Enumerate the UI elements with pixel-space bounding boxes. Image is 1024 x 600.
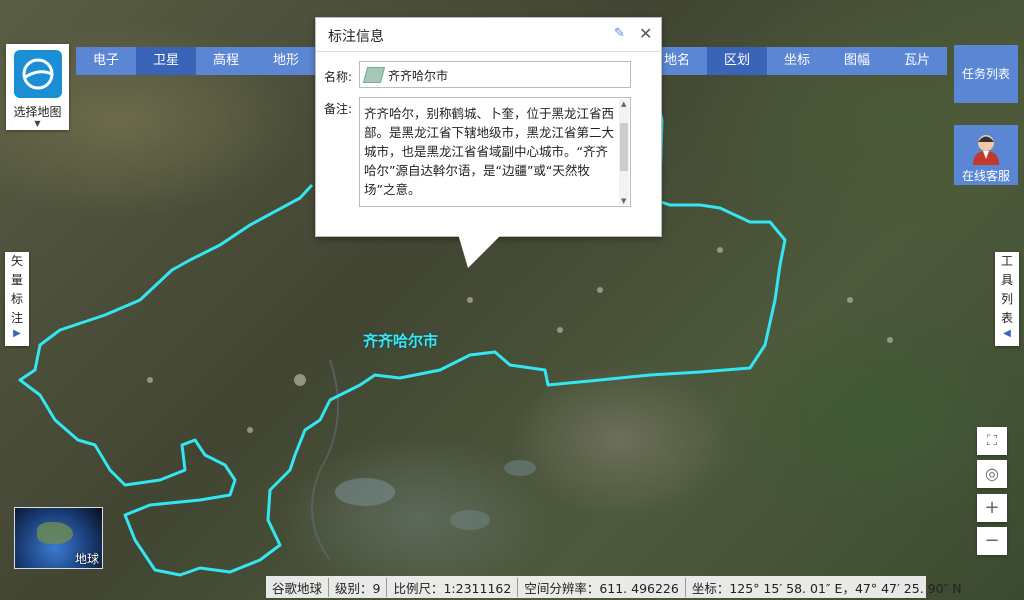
- tab-char: 工: [1000, 254, 1013, 268]
- tab-division[interactable]: 区划: [707, 47, 767, 75]
- divider: [316, 51, 661, 52]
- tool-list-tab[interactable]: 工 具 列 表 ◀: [995, 252, 1019, 346]
- tab-char: 矢: [10, 254, 23, 268]
- status-resolution: 空间分辨率：611. 496226: [518, 577, 686, 597]
- globe-thumbnail-button[interactable]: 地球: [14, 507, 103, 569]
- status-scale: 比例尺：1:2311162: [387, 577, 519, 597]
- tab-tile[interactable]: 瓦片: [887, 47, 947, 75]
- tab-char: 注: [10, 311, 23, 325]
- vector-annotation-tab[interactable]: 矢 量 标 注 ▶: [5, 252, 29, 346]
- popup-pointer: [458, 234, 502, 268]
- select-map-label: 选择地图: [13, 105, 62, 119]
- pencil-icon[interactable]: ✎: [614, 26, 625, 41]
- status-source: 谷歌地球: [266, 577, 330, 597]
- name-field[interactable]: 齐齐哈尔市: [359, 61, 631, 88]
- tab-sheet[interactable]: 图幅: [827, 47, 887, 75]
- select-map-button[interactable]: 选择地图 ▼: [6, 44, 69, 130]
- tool-tabs: 地名 区划 坐标 图幅 瓦片: [647, 47, 947, 75]
- popup-title: 标注信息: [328, 29, 384, 45]
- note-label: 备注:: [324, 102, 353, 116]
- name-label: 名称:: [324, 70, 353, 84]
- tab-char: 列: [1000, 292, 1013, 306]
- scroll-up-icon[interactable]: ▲: [621, 100, 626, 108]
- tab-terrain[interactable]: 地形: [256, 47, 316, 75]
- task-list-button[interactable]: 任务列表: [954, 45, 1018, 103]
- tab-satellite[interactable]: 卫星: [136, 47, 196, 75]
- city-name-label: 齐齐哈尔市: [363, 332, 439, 350]
- zoom-out-icon[interactable]: −: [977, 527, 1007, 555]
- expand-right-icon: ▶: [13, 328, 21, 339]
- scroll-thumb[interactable]: [620, 123, 628, 171]
- annotation-info-popup: 标注信息 ✎ ✕ 名称: 齐齐哈尔市 备注: 齐齐哈尔，别称鹤城、卜奎，位于黑龙…: [315, 17, 662, 237]
- close-icon[interactable]: ✕: [639, 24, 652, 43]
- name-value: 齐齐哈尔市: [388, 69, 449, 83]
- dropdown-arrow-icon: ▼: [34, 119, 41, 128]
- tab-electronic[interactable]: 电子: [76, 47, 136, 75]
- locate-icon[interactable]: ◎: [977, 460, 1007, 488]
- expand-left-icon: ◀: [1003, 328, 1011, 339]
- tab-char: 表: [1000, 311, 1013, 325]
- earth-land: [37, 522, 73, 544]
- tab-char: 具: [1000, 273, 1013, 287]
- note-field[interactable]: 齐齐哈尔，别称鹤城、卜奎，位于黑龙江省西部。是黑龙江省下辖地级市，黑龙江省第二大…: [359, 97, 631, 207]
- zoom-in-icon[interactable]: +: [977, 494, 1007, 522]
- tab-char: 量: [10, 273, 23, 287]
- scroll-down-icon[interactable]: ▼: [621, 197, 626, 205]
- tab-elevation[interactable]: 高程: [196, 47, 256, 75]
- tab-char: 标: [10, 292, 23, 306]
- status-bar: 谷歌地球 级别：9 比例尺：1:2311162 空间分辨率：611. 49622…: [266, 576, 962, 598]
- globe-thumbnail-label: 地球: [74, 552, 99, 566]
- map-type-tabs: 电子 卫星 高程 地形: [76, 47, 316, 75]
- globe-icon: [13, 50, 62, 98]
- note-value: 齐齐哈尔，别称鹤城、卜奎，位于黑龙江省西部。是黑龙江省下辖地级市，黑龙江省第二大…: [364, 106, 615, 197]
- status-coordinate: 坐标：125° 15′ 58. 01″ E，47° 47′ 25. 90″ N: [691, 580, 962, 596]
- polygon-swatch-icon: [362, 67, 386, 83]
- online-service-button[interactable]: 在线客服: [954, 125, 1018, 185]
- online-service-label: 在线客服: [961, 169, 1010, 183]
- customer-service-icon: [969, 131, 1003, 165]
- tab-coordinate[interactable]: 坐标: [767, 47, 827, 75]
- fullscreen-icon[interactable]: ⛶: [977, 427, 1007, 455]
- status-level: 级别：9: [329, 577, 388, 597]
- note-scrollbar[interactable]: ▲ ▼: [619, 99, 629, 205]
